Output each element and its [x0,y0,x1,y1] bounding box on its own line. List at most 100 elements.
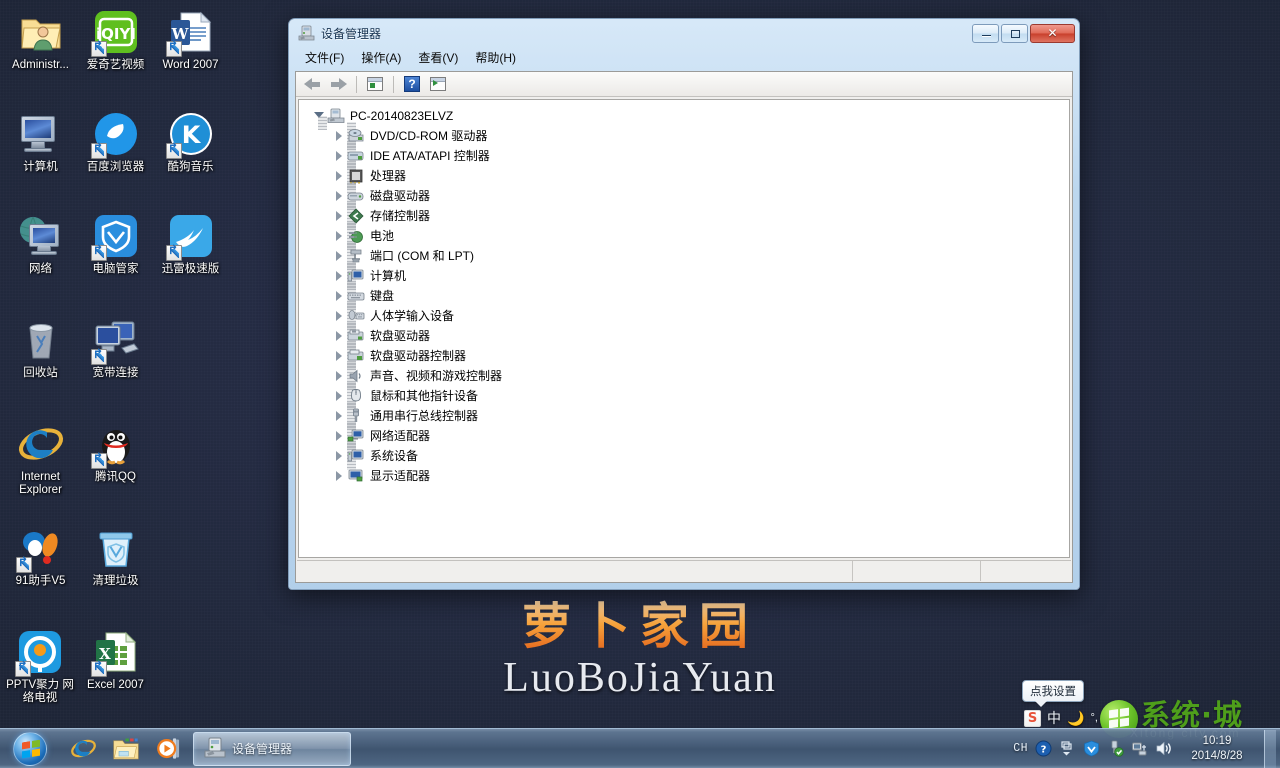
desktop-icon-administrator[interactable]: Administr... [3,8,78,72]
forward-button[interactable] [326,73,350,95]
moon-icon[interactable]: 🌙 [1067,710,1084,727]
expand-collapse-toggle[interactable] [333,422,356,450]
tree-node[interactable]: 声音、视频和游戏控制器 [307,362,1069,390]
quicklaunch-windows-explorer[interactable] [106,731,146,767]
tree-node-root[interactable]: PC-20140823ELVZ [307,106,1069,130]
status-bar [297,560,1071,581]
tree-node[interactable]: 端口 (COM 和 LPT) [307,242,1069,270]
desktop-icon-baidu-browser[interactable]: 百度浏览器 [78,110,153,174]
desktop-icon-word2007[interactable]: W Word 2007 [153,8,228,72]
safely-remove-hardware-icon[interactable] [1107,740,1124,757]
properties-button[interactable] [426,73,450,95]
tree-node[interactable]: 网络适配器 [307,422,1069,450]
back-button[interactable] [300,73,324,95]
menu-view[interactable]: 查看(V) [410,47,466,68]
expand-collapse-toggle[interactable] [333,122,356,150]
ime-settings-tooltip[interactable]: 点我设置 [1022,680,1084,707]
expand-collapse-toggle[interactable] [333,282,356,310]
window-titlebar[interactable]: 设备管理器 ✕ [289,19,1079,47]
desktop-icon-pptv[interactable]: PPTV聚力 网 络电视 [0,628,80,705]
tree-node[interactable]: 人体学输入设备 [307,302,1069,330]
expand-collapse-toggle[interactable] [333,222,356,250]
desktop-icon-xunlei[interactable]: 迅雷极速版 [153,212,228,276]
menu-help[interactable]: 帮助(H) [467,47,524,68]
desktop-icon-kugou-music[interactable]: K 酷狗音乐 [153,110,228,174]
taskbar[interactable]: 设备管理器 CH ? 10:19 2014/8/28 [0,728,1280,768]
expand-collapse-toggle[interactable] [333,402,356,430]
expand-collapse-toggle[interactable] [333,466,347,486]
pc-manager-shield-icon[interactable] [1083,740,1100,757]
desktop-icon-broadband[interactable]: 宽带连接 [78,316,153,380]
tree-node[interactable]: 电池 [307,222,1069,250]
expand-collapse-toggle[interactable] [333,162,356,190]
expand-collapse-toggle[interactable] [333,362,356,390]
tree-node[interactable]: 键盘 [307,282,1069,310]
expand-collapse-toggle[interactable] [333,382,356,410]
expand-collapse-toggle[interactable] [333,322,356,350]
tray-language-indicator[interactable]: CH [1013,742,1028,755]
quicklaunch-internet-explorer[interactable] [63,731,103,767]
taskbar-item-device-manager[interactable]: 设备管理器 [193,731,351,766]
help-button[interactable]: ? [400,73,424,95]
action-center-icon[interactable]: ? [1035,740,1052,757]
quicklaunch-media-player[interactable] [149,731,189,767]
expand-collapse-toggle[interactable] [333,242,356,270]
tree-node[interactable]: DVD/CD-ROM 驱动器 [307,122,1069,150]
system-tray[interactable]: CH ? 10:19 2014/8/28 [1013,729,1280,768]
expand-collapse-toggle[interactable] [333,202,356,230]
device-manager-window[interactable]: 设备管理器 ✕ 文件(F) 操作(A) 查看(V) 帮助(H) ? PC-201… [288,18,1080,590]
keyboard-toolbox-icon[interactable]: °, [1090,712,1097,724]
device-tree-pane[interactable]: PC-20140823ELVZ DVD/CD-ROM 驱动器 IDE ATA/A… [298,99,1070,558]
tree-node[interactable]: 显示适配器 [307,466,1069,486]
tree-node[interactable]: 通用串行总线控制器 [307,402,1069,430]
close-button[interactable]: ✕ [1030,23,1075,43]
desktop[interactable]: Administr... iQIYI 爱奇艺视频 [0,0,1280,768]
toolbar[interactable]: ? [296,72,1072,97]
desktop-icon-iqiyi[interactable]: iQIYI 爱奇艺视频 [78,8,153,72]
tree-node[interactable]: 存储控制器 [307,202,1069,230]
desktop-icon-pc-manager[interactable]: 电脑管家 [78,212,153,276]
menu-bar[interactable]: 文件(F) 操作(A) 查看(V) 帮助(H) [289,47,1079,67]
expand-collapse-toggle[interactable] [313,106,327,130]
expand-collapse-toggle[interactable] [333,442,356,470]
ime-mode-label[interactable]: 中 [1047,708,1061,728]
tree-node[interactable]: IDE ATA/ATAPI 控制器 [307,142,1069,170]
menu-action[interactable]: 操作(A) [353,47,409,68]
device-tree[interactable]: PC-20140823ELVZ DVD/CD-ROM 驱动器 IDE ATA/A… [299,100,1069,486]
tree-node[interactable]: 鼠标和其他指针设备 [307,382,1069,410]
tree-node[interactable]: 计算机 [307,262,1069,290]
start-button[interactable] [3,730,57,768]
quick-launch-bar[interactable] [57,731,189,767]
expand-collapse-toggle[interactable] [333,302,356,330]
sogou-ime-logo-icon[interactable]: S [1024,709,1041,727]
desktop-icon-recycle-bin[interactable]: 回收站 [3,316,78,380]
network-icon[interactable] [1131,740,1148,757]
taskbar-clock[interactable]: 10:19 2014/8/28 [1179,734,1257,764]
desktop-icon-tencent-qq[interactable]: 腾讯QQ [78,420,153,484]
tree-node[interactable]: 系统设备 [307,442,1069,470]
desktop-icon-91assistant[interactable]: 91助手V5 [3,524,78,588]
task-buttons[interactable]: 设备管理器 [189,731,351,766]
desktop-icon-clean-trash[interactable]: 清理垃圾 [78,524,153,588]
expand-collapse-toggle[interactable] [333,262,356,290]
tree-node[interactable]: 软盘驱动器控制器 [307,342,1069,370]
expand-collapse-toggle[interactable] [333,142,356,170]
maximize-button[interactable] [1001,23,1028,43]
minimize-button[interactable] [972,23,999,43]
shortcut-overlay-icon [90,658,107,677]
show-hide-console-tree-button[interactable] [363,73,387,95]
expand-collapse-toggle[interactable] [333,342,356,370]
show-desktop-button[interactable] [1264,729,1276,768]
tree-node[interactable]: 软盘驱动器 [307,322,1069,350]
desktop-icon-computer[interactable]: 计算机 [3,110,78,174]
tree-node[interactable]: 处理器 [307,162,1069,190]
volume-icon[interactable] [1155,740,1172,757]
tree-node[interactable]: 磁盘驱动器 [307,182,1069,210]
desktop-icon-excel2007[interactable]: X Excel 2007 [78,628,153,692]
show-hidden-icons-icon[interactable] [1059,740,1076,757]
ime-language-bar[interactable]: S 中 🌙 °, [1024,708,1098,728]
menu-file[interactable]: 文件(F) [297,47,352,68]
desktop-icon-internet-explorer[interactable]: Internet Explorer [3,420,78,497]
expand-collapse-toggle[interactable] [333,182,356,210]
desktop-icon-network[interactable]: 网络 [3,212,78,276]
